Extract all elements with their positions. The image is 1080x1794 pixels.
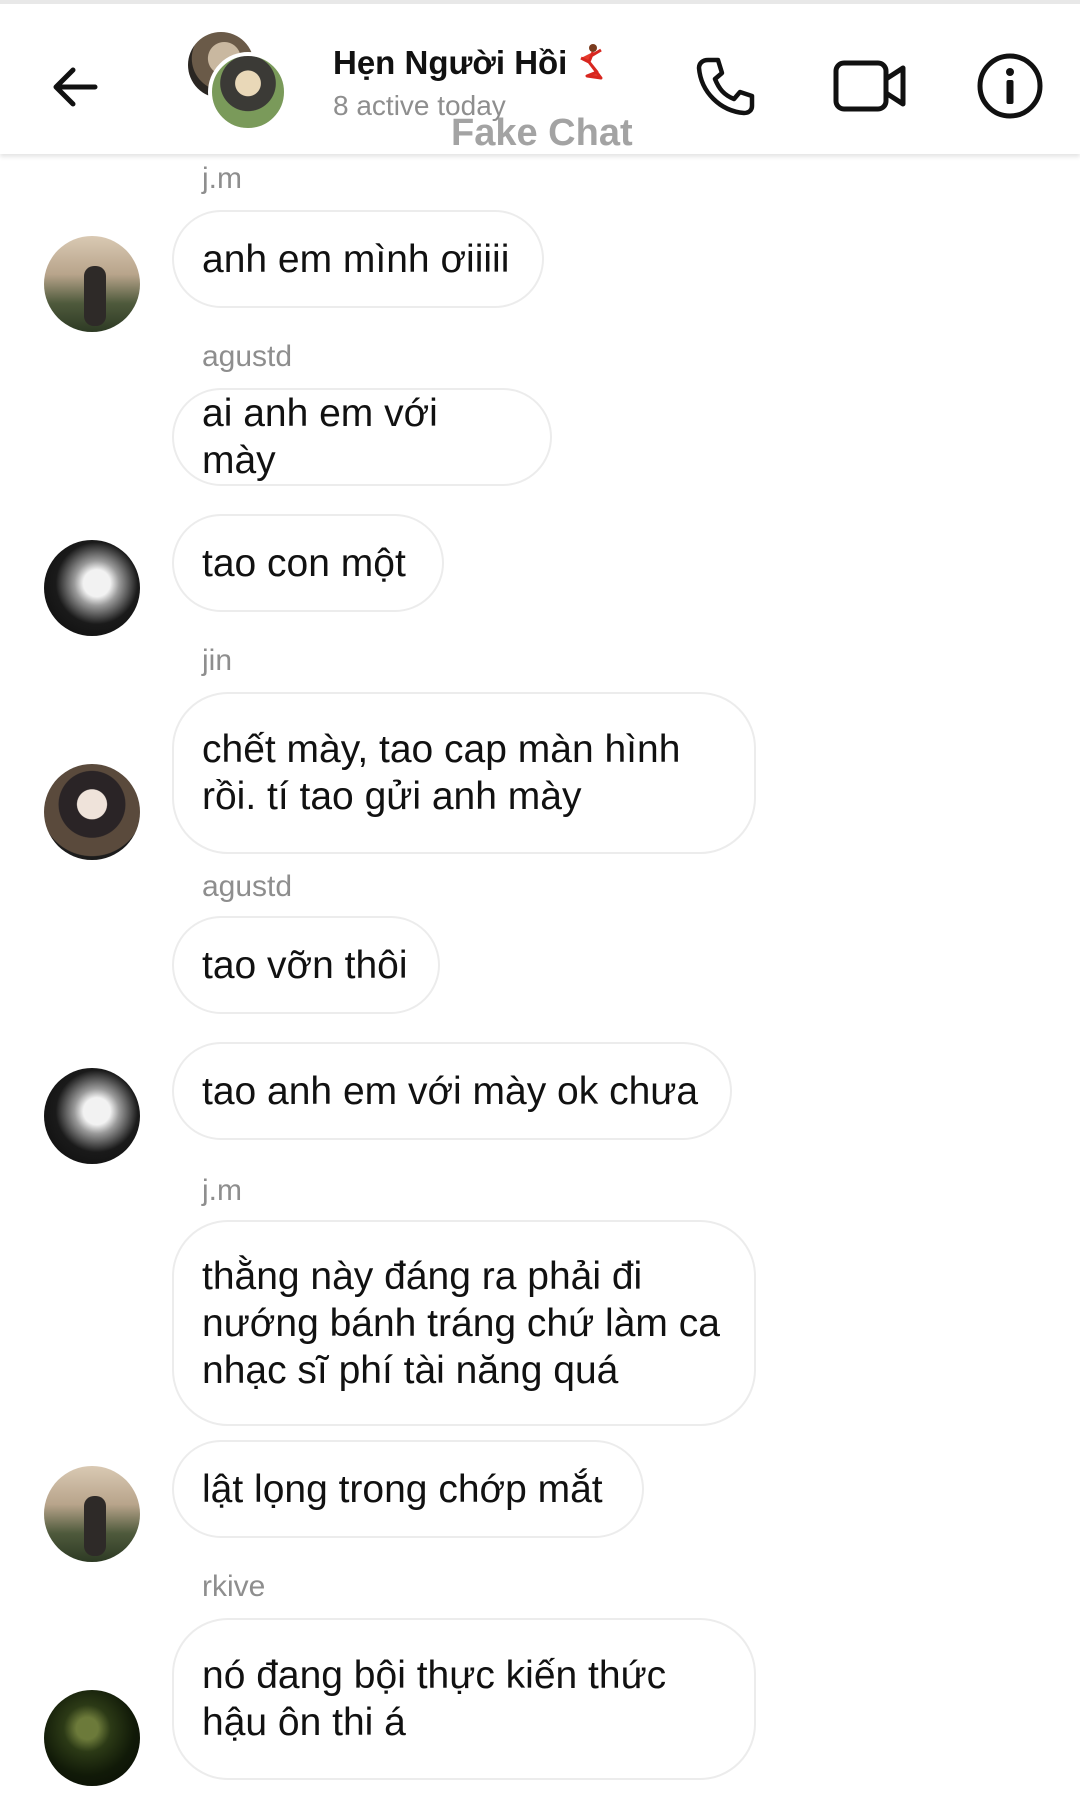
message-text: anh em mình ơiiiii bbox=[202, 237, 510, 281]
message-bubble[interactable]: ai anh em với mày bbox=[172, 388, 552, 486]
message-list[interactable]: j.m anh em mình ơiiiii agustd ai anh em … bbox=[0, 154, 1080, 1794]
message-bubble[interactable]: nó đang bội thực kiến thức hậu ôn thi á bbox=[172, 1618, 756, 1780]
video-call-button[interactable] bbox=[828, 44, 912, 128]
watermark: Fake Chat bbox=[451, 112, 633, 154]
sender-avatar[interactable] bbox=[44, 540, 140, 636]
sender-name: j.m bbox=[202, 1174, 242, 1207]
message-text: lật lọng trong chớp mắt bbox=[202, 1467, 603, 1511]
sender-name: jin bbox=[202, 644, 233, 677]
sender-avatar[interactable] bbox=[44, 764, 140, 860]
message-bubble[interactable]: anh em mình ơiiiii bbox=[172, 210, 544, 308]
info-button[interactable] bbox=[968, 44, 1052, 128]
sender-avatar[interactable] bbox=[44, 236, 140, 332]
chat-title-text: Hẹn Người Hồi bbox=[333, 44, 568, 81]
group-avatar-front bbox=[208, 52, 288, 132]
message-text: thằng này đáng ra phải đi nướng bánh trá… bbox=[202, 1254, 720, 1392]
message-bubble[interactable]: lật lọng trong chớp mắt bbox=[172, 1440, 644, 1538]
message-bubble[interactable]: tao vỡn thôi bbox=[172, 916, 440, 1014]
message-bubble[interactable]: tao con một bbox=[172, 514, 444, 612]
dancer-emoji-icon bbox=[580, 44, 603, 80]
video-camera-icon bbox=[833, 60, 906, 112]
sender-name: agustd bbox=[202, 870, 293, 903]
group-avatar[interactable] bbox=[188, 32, 288, 132]
message-bubble[interactable]: chết mày, tao cap màn hình rồi. tí tao g… bbox=[172, 692, 756, 854]
message-text: tao vỡn thôi bbox=[202, 943, 408, 987]
info-icon bbox=[977, 53, 1043, 119]
chat-header: Hẹn Người Hồi 8 active today Fake Chat bbox=[0, 0, 1080, 154]
back-button[interactable] bbox=[40, 52, 110, 122]
sender-avatar[interactable] bbox=[44, 1466, 140, 1562]
chat-screen: Hẹn Người Hồi 8 active today Fake Chat j… bbox=[0, 0, 1080, 1794]
message-bubble[interactable]: thằng này đáng ra phải đi nướng bánh trá… bbox=[172, 1220, 756, 1426]
message-text: tao con một bbox=[202, 541, 406, 585]
sender-avatar[interactable] bbox=[44, 1068, 140, 1164]
call-button[interactable] bbox=[683, 44, 767, 128]
message-text: nó đang bội thực kiến thức hậu ôn thi á bbox=[202, 1654, 667, 1744]
phone-icon bbox=[696, 57, 755, 116]
message-bubble[interactable]: tao anh em với mày ok chưa bbox=[172, 1042, 732, 1140]
sender-name: j.m bbox=[202, 162, 242, 195]
message-text: ai anh em với mày bbox=[202, 392, 438, 482]
sender-name: agustd bbox=[202, 340, 293, 373]
message-text: tao anh em với mày ok chưa bbox=[202, 1069, 699, 1113]
chat-title[interactable]: Hẹn Người Hồi bbox=[333, 42, 609, 82]
sender-name: rkive bbox=[202, 1570, 266, 1603]
message-text: chết mày, tao cap màn hình rồi. tí tao g… bbox=[202, 728, 681, 818]
sender-avatar[interactable] bbox=[44, 1690, 140, 1786]
arrow-left-icon bbox=[53, 67, 98, 107]
